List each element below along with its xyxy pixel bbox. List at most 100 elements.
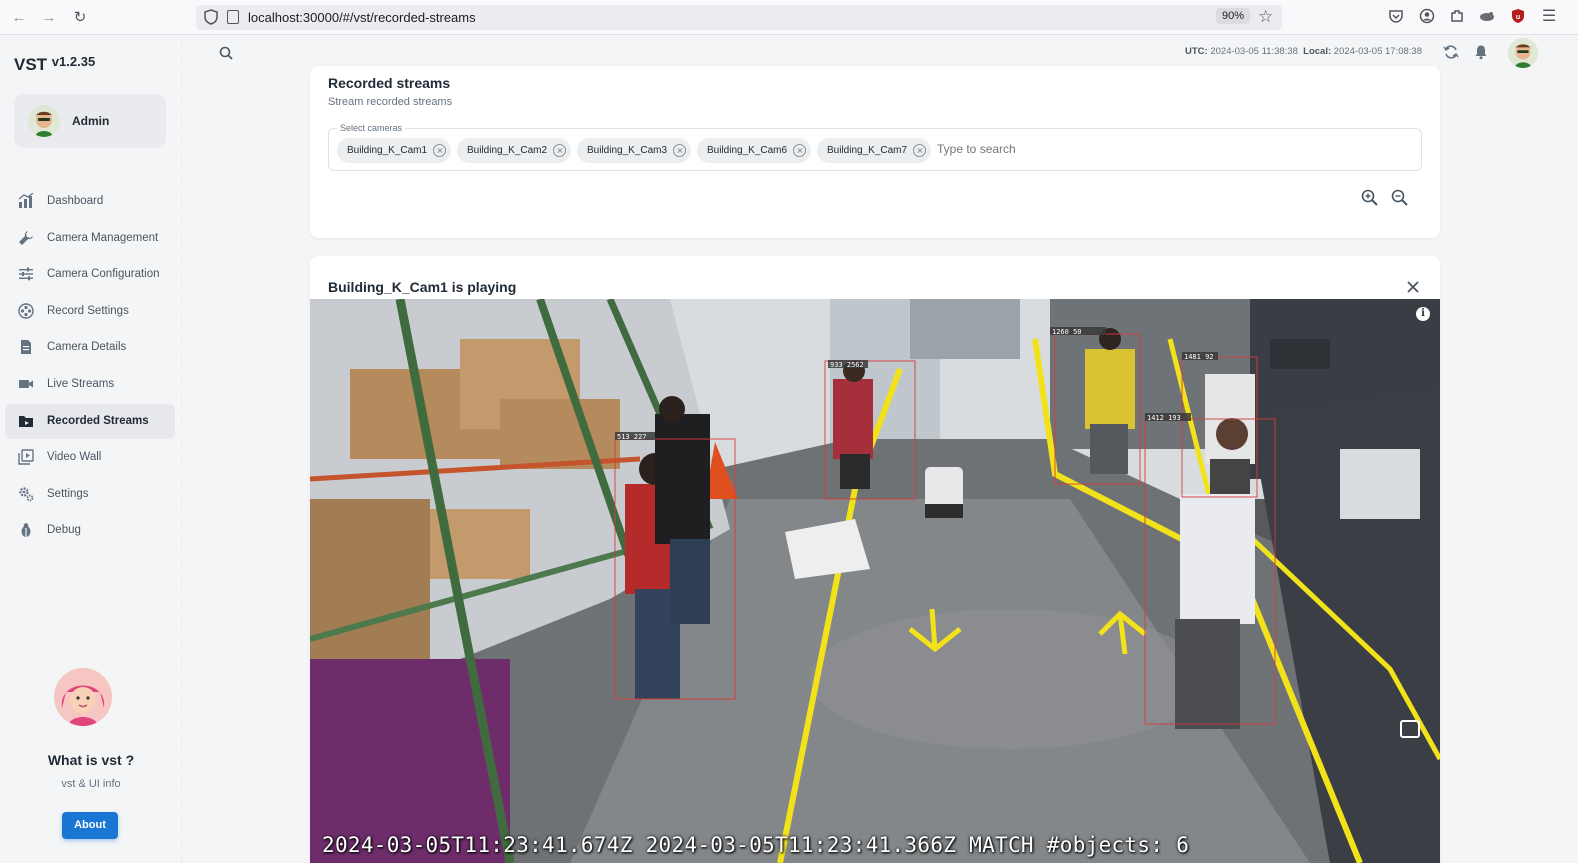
ublock-icon[interactable]: u bbox=[1509, 8, 1527, 26]
url-text[interactable]: localhost:30000/#/vst/recorded-streams bbox=[248, 10, 476, 25]
page-icon bbox=[227, 10, 239, 24]
app-logo[interactable]: VST v1.2.35 bbox=[14, 54, 95, 75]
pocket-icon[interactable] bbox=[1387, 8, 1405, 26]
sidebar-item-settings[interactable]: Settings bbox=[5, 477, 175, 512]
camera-chip: Building_K_Cam2 bbox=[457, 138, 571, 163]
sidebar-item-record-settings[interactable]: Record Settings bbox=[5, 294, 175, 329]
reload-icon[interactable]: ↻ bbox=[70, 8, 90, 28]
camera-select-label: Select cameras bbox=[337, 123, 406, 133]
video-frame: 513 227 933 2562 1260 50 1481 92 1412 19… bbox=[310, 299, 1440, 863]
remove-chip-icon[interactable] bbox=[913, 144, 926, 157]
remove-chip-icon[interactable] bbox=[553, 144, 566, 157]
info-icon[interactable]: i bbox=[1416, 307, 1430, 321]
player-title: Building_K_Cam1 is playing bbox=[328, 279, 517, 295]
recorded-streams-card: Recorded streams Stream recorded streams… bbox=[310, 66, 1440, 238]
camera-chip-label: Building_K_Cam1 bbox=[347, 145, 428, 156]
bell-icon[interactable] bbox=[1473, 44, 1489, 60]
extensions-icon[interactable] bbox=[1448, 8, 1466, 26]
utc-label: UTC: bbox=[1185, 46, 1208, 57]
video-player[interactable]: 513 227 933 2562 1260 50 1481 92 1412 19… bbox=[310, 299, 1440, 863]
sidebar-item-camera-management[interactable]: Camera Management bbox=[5, 221, 175, 256]
camera-chip-label: Building_K_Cam2 bbox=[467, 145, 548, 156]
sidebar-item-label: Camera Configuration bbox=[47, 268, 160, 280]
remove-chip-icon[interactable] bbox=[793, 144, 806, 157]
back-icon[interactable]: ← bbox=[9, 8, 29, 28]
address-bar[interactable]: localhost:30000/#/vst/recorded-streams 9… bbox=[196, 5, 1282, 30]
camera-chip-label: Building_K_Cam6 bbox=[707, 145, 788, 156]
camera-chip: Building_K_Cam3 bbox=[577, 138, 691, 163]
folder-video-icon bbox=[19, 416, 33, 427]
clock-readout: UTC: 2024-03-05 11:38:38 Local: 2024-03-… bbox=[1185, 46, 1422, 57]
extension-icon[interactable] bbox=[1478, 8, 1496, 26]
forward-icon[interactable]: → bbox=[39, 8, 59, 28]
promo-title: What is vst ? bbox=[47, 752, 135, 768]
bbox-label: 513 227 bbox=[617, 433, 647, 441]
sidebar-item-label: Debug bbox=[47, 524, 81, 536]
sliders-icon bbox=[19, 267, 33, 281]
sidebar-item-debug[interactable]: Debug bbox=[5, 513, 175, 548]
sidebar-item-dashboard[interactable]: Dashboard bbox=[5, 184, 175, 219]
camera-chip-label: Building_K_Cam3 bbox=[587, 145, 668, 156]
zoom-level[interactable]: 90% bbox=[1216, 8, 1251, 24]
sidebar-item-video-wall[interactable]: Video Wall bbox=[5, 440, 175, 475]
sidebar-item-label: Camera Details bbox=[47, 341, 127, 353]
fullscreen-icon[interactable] bbox=[1400, 720, 1420, 738]
remove-chip-icon[interactable] bbox=[673, 144, 686, 157]
dashboard-icon bbox=[18, 193, 34, 208]
star-icon[interactable]: ☆ bbox=[1258, 7, 1273, 27]
utc-time: 2024-03-05 11:38:38 bbox=[1210, 46, 1298, 57]
page-subtitle: Stream recorded streams bbox=[328, 96, 453, 108]
sync-icon[interactable] bbox=[1443, 44, 1459, 60]
user-card[interactable]: Admin bbox=[14, 94, 166, 148]
promo-avatar bbox=[54, 668, 112, 726]
user-name: Admin bbox=[72, 114, 110, 128]
camera-select[interactable]: Select cameras Building_K_Cam1 Building_… bbox=[328, 123, 1422, 171]
svg-text:u: u bbox=[1516, 14, 1520, 21]
player-card: Building_K_Cam1 is playing 513 227 933 2… bbox=[310, 256, 1440, 863]
document-icon bbox=[21, 340, 31, 354]
camera-chip: Building_K_Cam7 bbox=[817, 138, 931, 163]
zoom-in-icon[interactable] bbox=[1360, 188, 1380, 208]
camera-chip: Building_K_Cam1 bbox=[337, 138, 451, 163]
film-reel-icon bbox=[18, 303, 34, 319]
camera-chip-label: Building_K_Cam7 bbox=[827, 145, 908, 156]
avatar bbox=[28, 105, 60, 137]
sidebar-item-label: Dashboard bbox=[47, 195, 104, 207]
sidebar-item-camera-configuration[interactable]: Camera Configuration bbox=[5, 257, 175, 292]
browser-toolbar: ← → ↻ localhost:30000/#/vst/recorded-str… bbox=[0, 0, 1578, 35]
page-title: Recorded streams bbox=[328, 75, 451, 91]
bbox-label: 1260 50 bbox=[1052, 328, 1082, 336]
close-icon[interactable] bbox=[1404, 278, 1422, 296]
local-time: 2024-03-05 17:08:38 bbox=[1333, 46, 1422, 57]
wrench-icon bbox=[19, 231, 33, 245]
sidebar-item-live-streams[interactable]: Live Streams bbox=[5, 367, 175, 402]
app-version: v1.2.35 bbox=[51, 54, 96, 69]
about-button[interactable]: About bbox=[62, 812, 118, 839]
remove-chip-icon[interactable] bbox=[433, 144, 446, 157]
sidebar: VST v1.2.35 Admin Dashboard Camera Manag… bbox=[0, 36, 182, 863]
bbox-label: 933 2562 bbox=[830, 361, 864, 369]
avatar[interactable] bbox=[1508, 38, 1538, 68]
bug-icon bbox=[21, 523, 31, 537]
bbox-label: 1481 92 bbox=[1184, 353, 1214, 361]
menu-icon[interactable]: ☰ bbox=[1540, 8, 1558, 26]
sidebar-item-camera-details[interactable]: Camera Details bbox=[5, 330, 175, 365]
zoom-out-icon[interactable] bbox=[1390, 188, 1410, 208]
sidebar-item-label: Record Settings bbox=[47, 305, 129, 317]
sidebar-item-label: Recorded Streams bbox=[47, 415, 149, 427]
local-label: Local: bbox=[1303, 46, 1332, 57]
bbox-label: 1412 193 bbox=[1147, 414, 1181, 422]
search-icon[interactable] bbox=[219, 46, 233, 60]
sidebar-item-label: Video Wall bbox=[47, 451, 102, 463]
sidebar-item-label: Settings bbox=[47, 488, 89, 500]
shield-icon bbox=[204, 9, 218, 25]
video-timestamp-overlay: 2024-03-05T11:23:41.674Z 2024-03-05T11:2… bbox=[322, 833, 1190, 857]
sidebar-item-label: Live Streams bbox=[47, 378, 115, 390]
camera-search-input[interactable] bbox=[937, 142, 1237, 156]
video-library-icon bbox=[18, 449, 34, 465]
gears-icon bbox=[19, 487, 34, 502]
promo-subtitle: vst & UI info bbox=[61, 778, 121, 790]
account-icon[interactable] bbox=[1418, 8, 1436, 26]
camera-chip: Building_K_Cam6 bbox=[697, 138, 811, 163]
sidebar-item-recorded-streams[interactable]: Recorded Streams bbox=[5, 404, 175, 439]
